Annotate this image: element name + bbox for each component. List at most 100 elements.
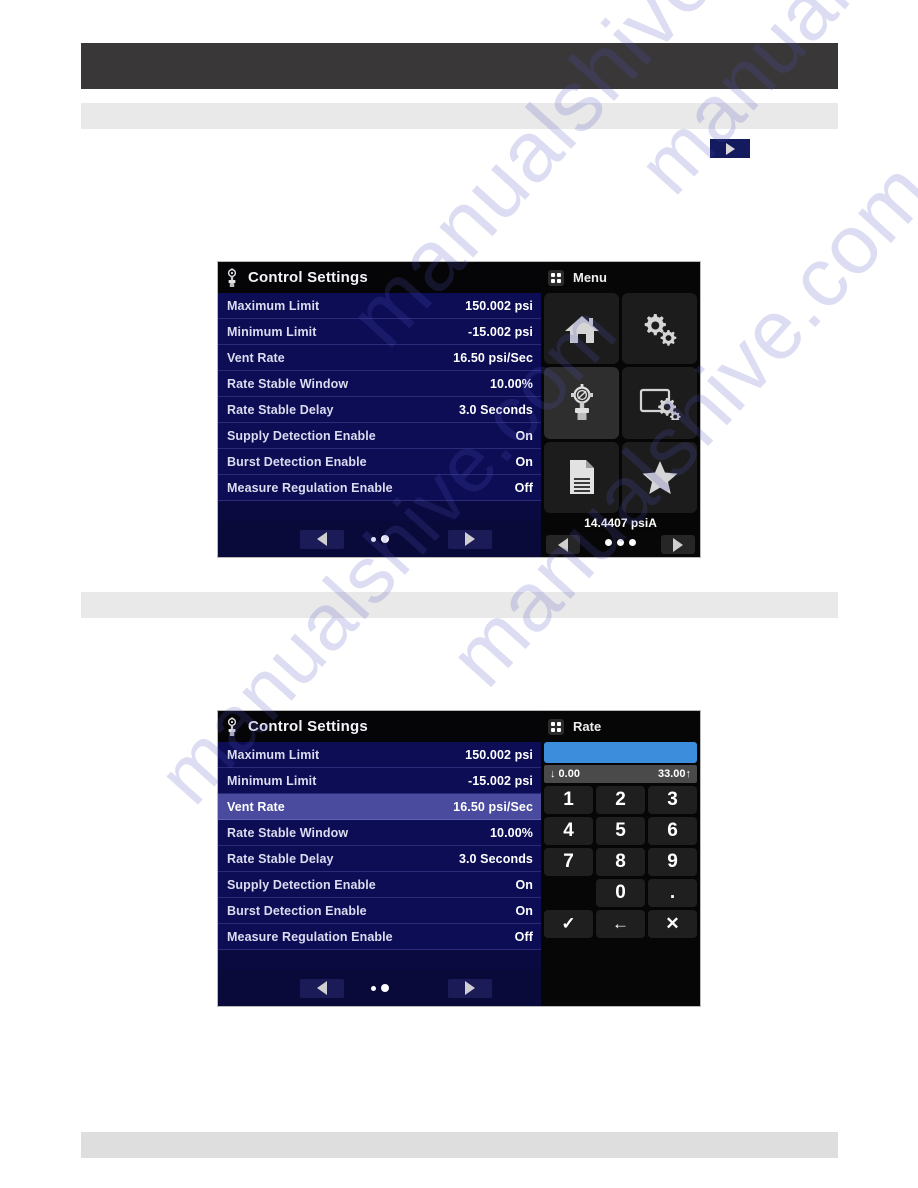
key-7[interactable]: 7 <box>544 848 593 876</box>
menu-title: Menu <box>573 270 607 285</box>
pressure-regulator-icon <box>227 716 237 736</box>
control-settings-panel: Control Settings Maximum Limit 150.002 p… <box>218 711 541 1006</box>
pressure-readout: 14.4407 psiA <box>584 516 657 530</box>
pressure-regulator-icon <box>570 383 593 420</box>
key-accept[interactable]: ✓ <box>544 910 593 938</box>
right-triangle-icon <box>465 981 475 995</box>
row-label: Supply Detection Enable <box>227 877 376 892</box>
key-4[interactable]: 4 <box>544 817 593 845</box>
row-label: Rate Stable Delay <box>227 851 334 866</box>
page-dot-active <box>380 984 389 992</box>
pressure-regulator-icon <box>227 267 237 287</box>
document-log-icon <box>569 460 594 495</box>
table-row[interactable]: Vent Rate 16.50 psi/Sec <box>218 345 541 371</box>
key-3[interactable]: 3 <box>648 786 697 814</box>
keypad-body: ↓ 0.00 33.00↑ 1 2 3 4 5 6 7 8 9 0 . ✓ ← … <box>541 742 700 1006</box>
table-row[interactable]: Rate Stable Window 10.00% <box>218 820 541 846</box>
table-row-selected[interactable]: Vent Rate 16.50 psi/Sec <box>218 794 541 820</box>
table-row[interactable]: Maximum Limit 150.002 psi <box>218 742 541 768</box>
display-settings-icon <box>639 388 681 420</box>
right-triangle-icon <box>465 532 475 546</box>
panel-title: Control Settings <box>248 269 368 286</box>
table-row[interactable]: Minimum Limit -15.002 psi <box>218 319 541 345</box>
page-dots <box>370 984 389 992</box>
value-entry-field[interactable] <box>544 742 697 763</box>
grip-dots-icon[interactable] <box>548 269 564 286</box>
table-row[interactable]: Supply Detection Enable On <box>218 872 541 898</box>
row-label: Rate Stable Window <box>227 825 349 840</box>
table-row[interactable]: Rate Stable Window 10.00% <box>218 371 541 397</box>
menu-tile-favorites[interactable] <box>622 441 697 513</box>
row-value: 3.0 Seconds <box>458 402 533 417</box>
menu-title-bar: Menu <box>541 262 700 293</box>
key-cancel[interactable]: ✕ <box>648 910 697 938</box>
panel-pager <box>218 521 541 557</box>
next-page-button[interactable] <box>448 978 492 998</box>
range-min: ↓ 0.00 <box>550 768 580 780</box>
table-row[interactable]: Maximum Limit 150.002 psi <box>218 293 541 319</box>
key-backspace[interactable]: ← <box>596 910 645 938</box>
menu-tile-settings[interactable] <box>622 293 697 365</box>
play-triangle-icon <box>725 142 735 155</box>
key-5[interactable]: 5 <box>596 817 645 845</box>
key-6[interactable]: 6 <box>648 817 697 845</box>
row-value: 16.50 psi/Sec <box>453 799 533 814</box>
key-2[interactable]: 2 <box>596 786 645 814</box>
key-9[interactable]: 9 <box>648 848 697 876</box>
grip-dots-icon[interactable] <box>548 718 564 735</box>
menu-panel: Menu 14.4407 psiA <box>541 262 700 557</box>
next-page-button[interactable] <box>448 529 492 549</box>
menu-tile-display-settings[interactable] <box>622 367 697 439</box>
page-dots <box>370 535 389 543</box>
row-value: -15.002 psi <box>467 324 533 339</box>
table-row[interactable]: Burst Detection Enable On <box>218 898 541 924</box>
key-0[interactable]: 0 <box>596 879 645 907</box>
row-value: Off <box>514 480 533 495</box>
keypad-title: Rate <box>573 719 602 734</box>
row-value: 10.00% <box>490 825 533 840</box>
row-label: Rate Stable Window <box>227 376 349 391</box>
table-row[interactable]: Measure Regulation Enable Off <box>218 475 541 501</box>
row-label: Measure Regulation Enable <box>227 929 393 944</box>
page-dot <box>370 536 376 542</box>
table-row[interactable]: Rate Stable Delay 3.0 Seconds <box>218 846 541 872</box>
menu-tile-home[interactable] <box>544 293 619 365</box>
control-settings-panel: Control Settings Maximum Limit 150.002 p… <box>218 262 541 557</box>
page-dot-active <box>380 535 389 543</box>
device-screen-menu: Control Settings Maximum Limit 150.002 p… <box>218 262 700 557</box>
table-row[interactable]: Burst Detection Enable On <box>218 449 541 475</box>
gears-settings-icon <box>644 313 676 346</box>
panel-title-bar: Control Settings <box>218 262 541 293</box>
numeric-keypad: 1 2 3 4 5 6 7 8 9 0 . ✓ ← ✕ <box>544 786 697 938</box>
table-row[interactable]: Rate Stable Delay 3.0 Seconds <box>218 397 541 423</box>
range-indicator: ↓ 0.00 33.00↑ <box>544 765 697 783</box>
panel-title: Control Settings <box>248 718 368 735</box>
table-row[interactable]: Minimum Limit -15.002 psi <box>218 768 541 794</box>
row-value: On <box>515 877 533 892</box>
star-favorites-icon <box>642 461 677 495</box>
next-menu-page-button[interactable] <box>661 535 695 554</box>
table-row[interactable]: Measure Regulation Enable Off <box>218 924 541 950</box>
row-label: Supply Detection Enable <box>227 428 376 443</box>
row-value: -15.002 psi <box>467 773 533 788</box>
next-page-button[interactable] <box>710 139 750 158</box>
menu-tile-grid <box>541 293 700 513</box>
settings-row-list: Maximum Limit 150.002 psi Minimum Limit … <box>218 293 541 521</box>
left-triangle-icon <box>317 532 327 546</box>
page-dot <box>629 539 636 546</box>
menu-tile-pressure-control[interactable] <box>544 367 619 439</box>
key-decimal[interactable]: . <box>648 879 697 907</box>
panel-pager <box>218 970 541 1006</box>
key-8[interactable]: 8 <box>596 848 645 876</box>
prev-page-button[interactable] <box>300 978 344 998</box>
menu-tile-log[interactable] <box>544 441 619 513</box>
right-triangle-icon <box>673 537 683 552</box>
key-1[interactable]: 1 <box>544 786 593 814</box>
table-row[interactable]: Supply Detection Enable On <box>218 423 541 449</box>
section-bar-top <box>81 103 838 129</box>
prev-page-button[interactable] <box>300 529 344 549</box>
document-page: Control Settings Maximum Limit 150.002 p… <box>0 0 918 1188</box>
row-label: Burst Detection Enable <box>227 454 367 469</box>
row-value: On <box>515 454 533 469</box>
row-value: On <box>515 428 533 443</box>
